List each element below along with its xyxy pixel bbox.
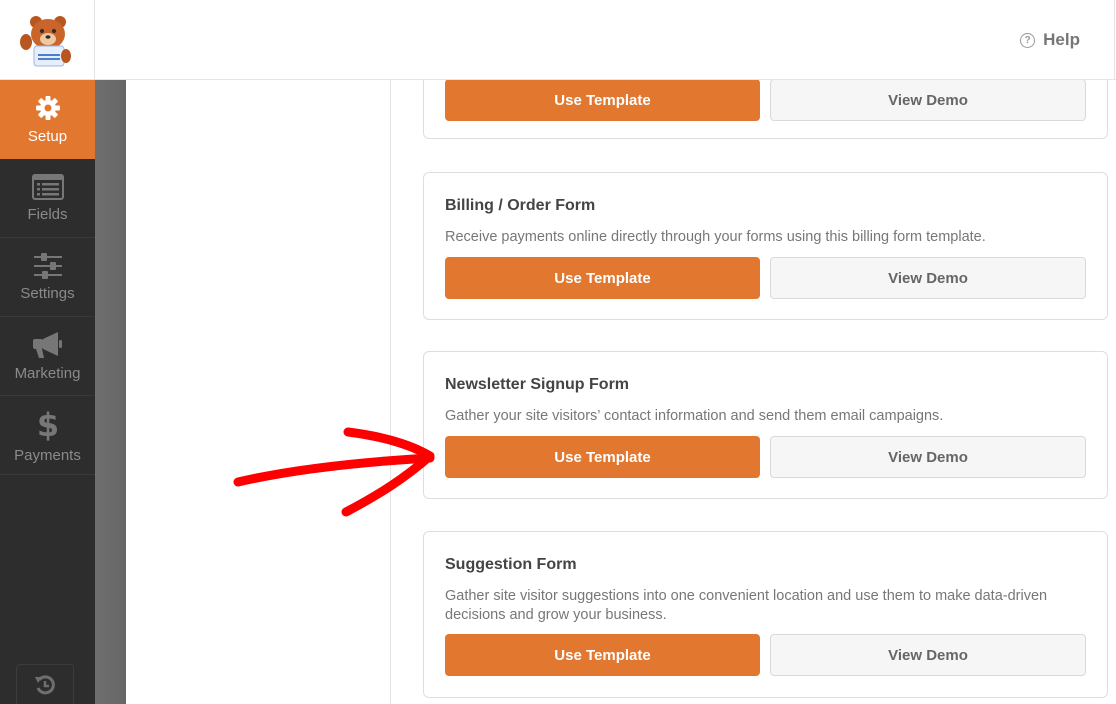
- view-demo-button[interactable]: View Demo: [770, 257, 1086, 299]
- setup-side-panel: [126, 80, 391, 704]
- template-title: Suggestion Form: [445, 556, 577, 573]
- logo: [0, 0, 95, 80]
- view-demo-button[interactable]: View Demo: [770, 436, 1086, 478]
- template-description: Receive payments online directly through…: [445, 229, 986, 245]
- megaphone-icon: [32, 331, 62, 358]
- sidebar-item-label: Fields: [27, 205, 68, 223]
- form-builder-app: ? Help Setup Fields Settings Marketing $…: [0, 0, 1116, 704]
- help-button[interactable]: ? Help: [1020, 30, 1080, 50]
- sidebar: Setup Fields Settings Marketing $ Paymen…: [0, 80, 95, 704]
- use-template-button[interactable]: Use Template: [445, 80, 760, 121]
- view-demo-button[interactable]: View Demo: [770, 634, 1086, 676]
- gear-icon: [35, 95, 60, 120]
- use-template-button[interactable]: Use Template: [445, 634, 760, 676]
- bear-mascot-icon: [20, 16, 71, 67]
- template-card-billing: Billing / Order Form Receive payments on…: [423, 172, 1108, 320]
- use-template-button[interactable]: Use Template: [445, 257, 760, 299]
- question-circle-icon: ?: [1020, 32, 1036, 48]
- history-icon: [35, 674, 55, 694]
- panel-divider: [95, 80, 126, 704]
- sidebar-item-marketing[interactable]: Marketing: [0, 317, 95, 396]
- sidebar-item-payments[interactable]: $ Payments: [0, 396, 95, 475]
- help-label: Help: [1043, 30, 1080, 49]
- sidebar-item-label: Marketing: [14, 364, 81, 382]
- revisions-button[interactable]: [16, 664, 74, 704]
- sidebar-item-label: Setup: [27, 127, 68, 145]
- sidebar-item-label: Payments: [14, 446, 81, 464]
- sliders-icon: [33, 252, 62, 279]
- list-form-icon: [31, 173, 64, 200]
- sidebar-item-fields[interactable]: Fields: [0, 159, 95, 238]
- template-title: Newsletter Signup Form: [445, 376, 630, 393]
- template-card-newsletter: Newsletter Signup Form Gather your site …: [423, 351, 1108, 499]
- template-list: Use Template View Demo Billing / Order F…: [391, 80, 1116, 704]
- sidebar-item-setup[interactable]: Setup: [0, 80, 95, 159]
- template-description: Gather your site visitors’ contact infor…: [445, 408, 944, 424]
- view-demo-button[interactable]: View Demo: [770, 80, 1086, 121]
- use-template-button[interactable]: Use Template: [445, 436, 760, 478]
- dollar-icon: $: [36, 407, 58, 441]
- template-description: Gather site visitor suggestions into one…: [445, 588, 1048, 623]
- template-title: Billing / Order Form: [445, 197, 596, 214]
- template-card: Use Template View Demo: [423, 80, 1108, 139]
- sidebar-item-settings[interactable]: Settings: [0, 238, 95, 317]
- template-card-suggestion: Suggestion Form Gather site visitor sugg…: [423, 531, 1108, 698]
- sidebar-item-label: Settings: [20, 284, 75, 302]
- svg-text:$: $: [36, 407, 58, 441]
- top-bar: ? Help: [0, 0, 1116, 80]
